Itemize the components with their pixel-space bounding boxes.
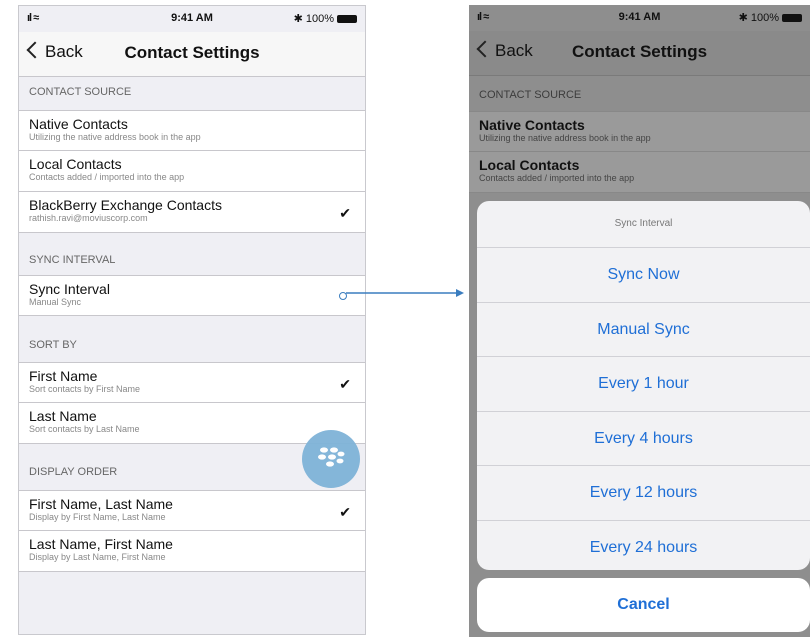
option-every-4-hours[interactable]: Every 4 hours — [477, 412, 810, 466]
row-native-contacts: Native Contacts Utilizing the native add… — [469, 111, 810, 152]
page-title: Contact Settings — [571, 42, 708, 61]
row-local-contacts: Local Contacts Contacts added / imported… — [469, 152, 810, 193]
row-title: Native Contacts — [479, 117, 585, 133]
option-manual-sync[interactable]: Manual Sync — [477, 303, 810, 357]
sync-interval-action-sheet-screen: ıl ≈ 9:41 AM ✱ 100% Back Contact Setting… — [469, 5, 810, 637]
row-subtitle: Contacts added / imported into the app — [479, 173, 635, 183]
row-subtitle: Utilizing the native address book in the… — [479, 133, 651, 143]
option-every-12-hours[interactable]: Every 12 hours — [477, 466, 810, 521]
battery-icon: ✱ 100% — [739, 11, 802, 24]
action-sheet: Sync Interval Sync Now Manual Sync Every… — [477, 201, 810, 570]
option-every-1-hour[interactable]: Every 1 hour — [477, 357, 810, 412]
option-sync-now[interactable]: Sync Now — [477, 248, 810, 303]
option-every-24-hours[interactable]: Every 24 hours — [477, 521, 810, 571]
section-header-contact-source: CONTACT SOURCE — [479, 89, 582, 101]
action-sheet-title: Sync Interval — [477, 201, 810, 248]
row-title: Local Contacts — [479, 157, 580, 173]
nav-bar: Back Contact Settings — [469, 31, 810, 76]
cancel-button[interactable]: Cancel — [477, 578, 810, 632]
status-bar: ıl ≈ 9:41 AM ✱ 100% — [469, 5, 810, 31]
